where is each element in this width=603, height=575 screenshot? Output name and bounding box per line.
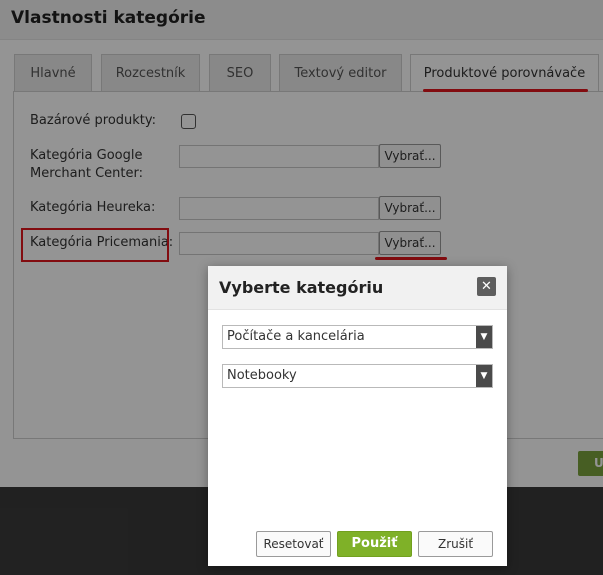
category-level2-value: Notebooky — [227, 368, 297, 383]
apply-button[interactable]: Použiť — [337, 531, 412, 557]
close-icon[interactable]: ✕ — [477, 277, 496, 296]
dialog-title: Vyberte kategóriu — [219, 278, 384, 297]
select-category-dialog: Vyberte kategóriu ✕ Počítače a kancelári… — [208, 266, 507, 566]
category-level2-select[interactable]: Notebooky ▼ — [222, 364, 493, 388]
cancel-button[interactable]: Zrušiť — [418, 531, 493, 557]
category-level1-value: Počítače a kancelária — [227, 329, 365, 344]
dialog-header: Vyberte kategóriu ✕ — [208, 266, 507, 310]
chevron-down-icon: ▼ — [476, 326, 492, 348]
chevron-down-icon: ▼ — [476, 365, 492, 387]
category-level1-select[interactable]: Počítače a kancelária ▼ — [222, 325, 493, 349]
reset-button[interactable]: Resetovať — [256, 531, 331, 557]
